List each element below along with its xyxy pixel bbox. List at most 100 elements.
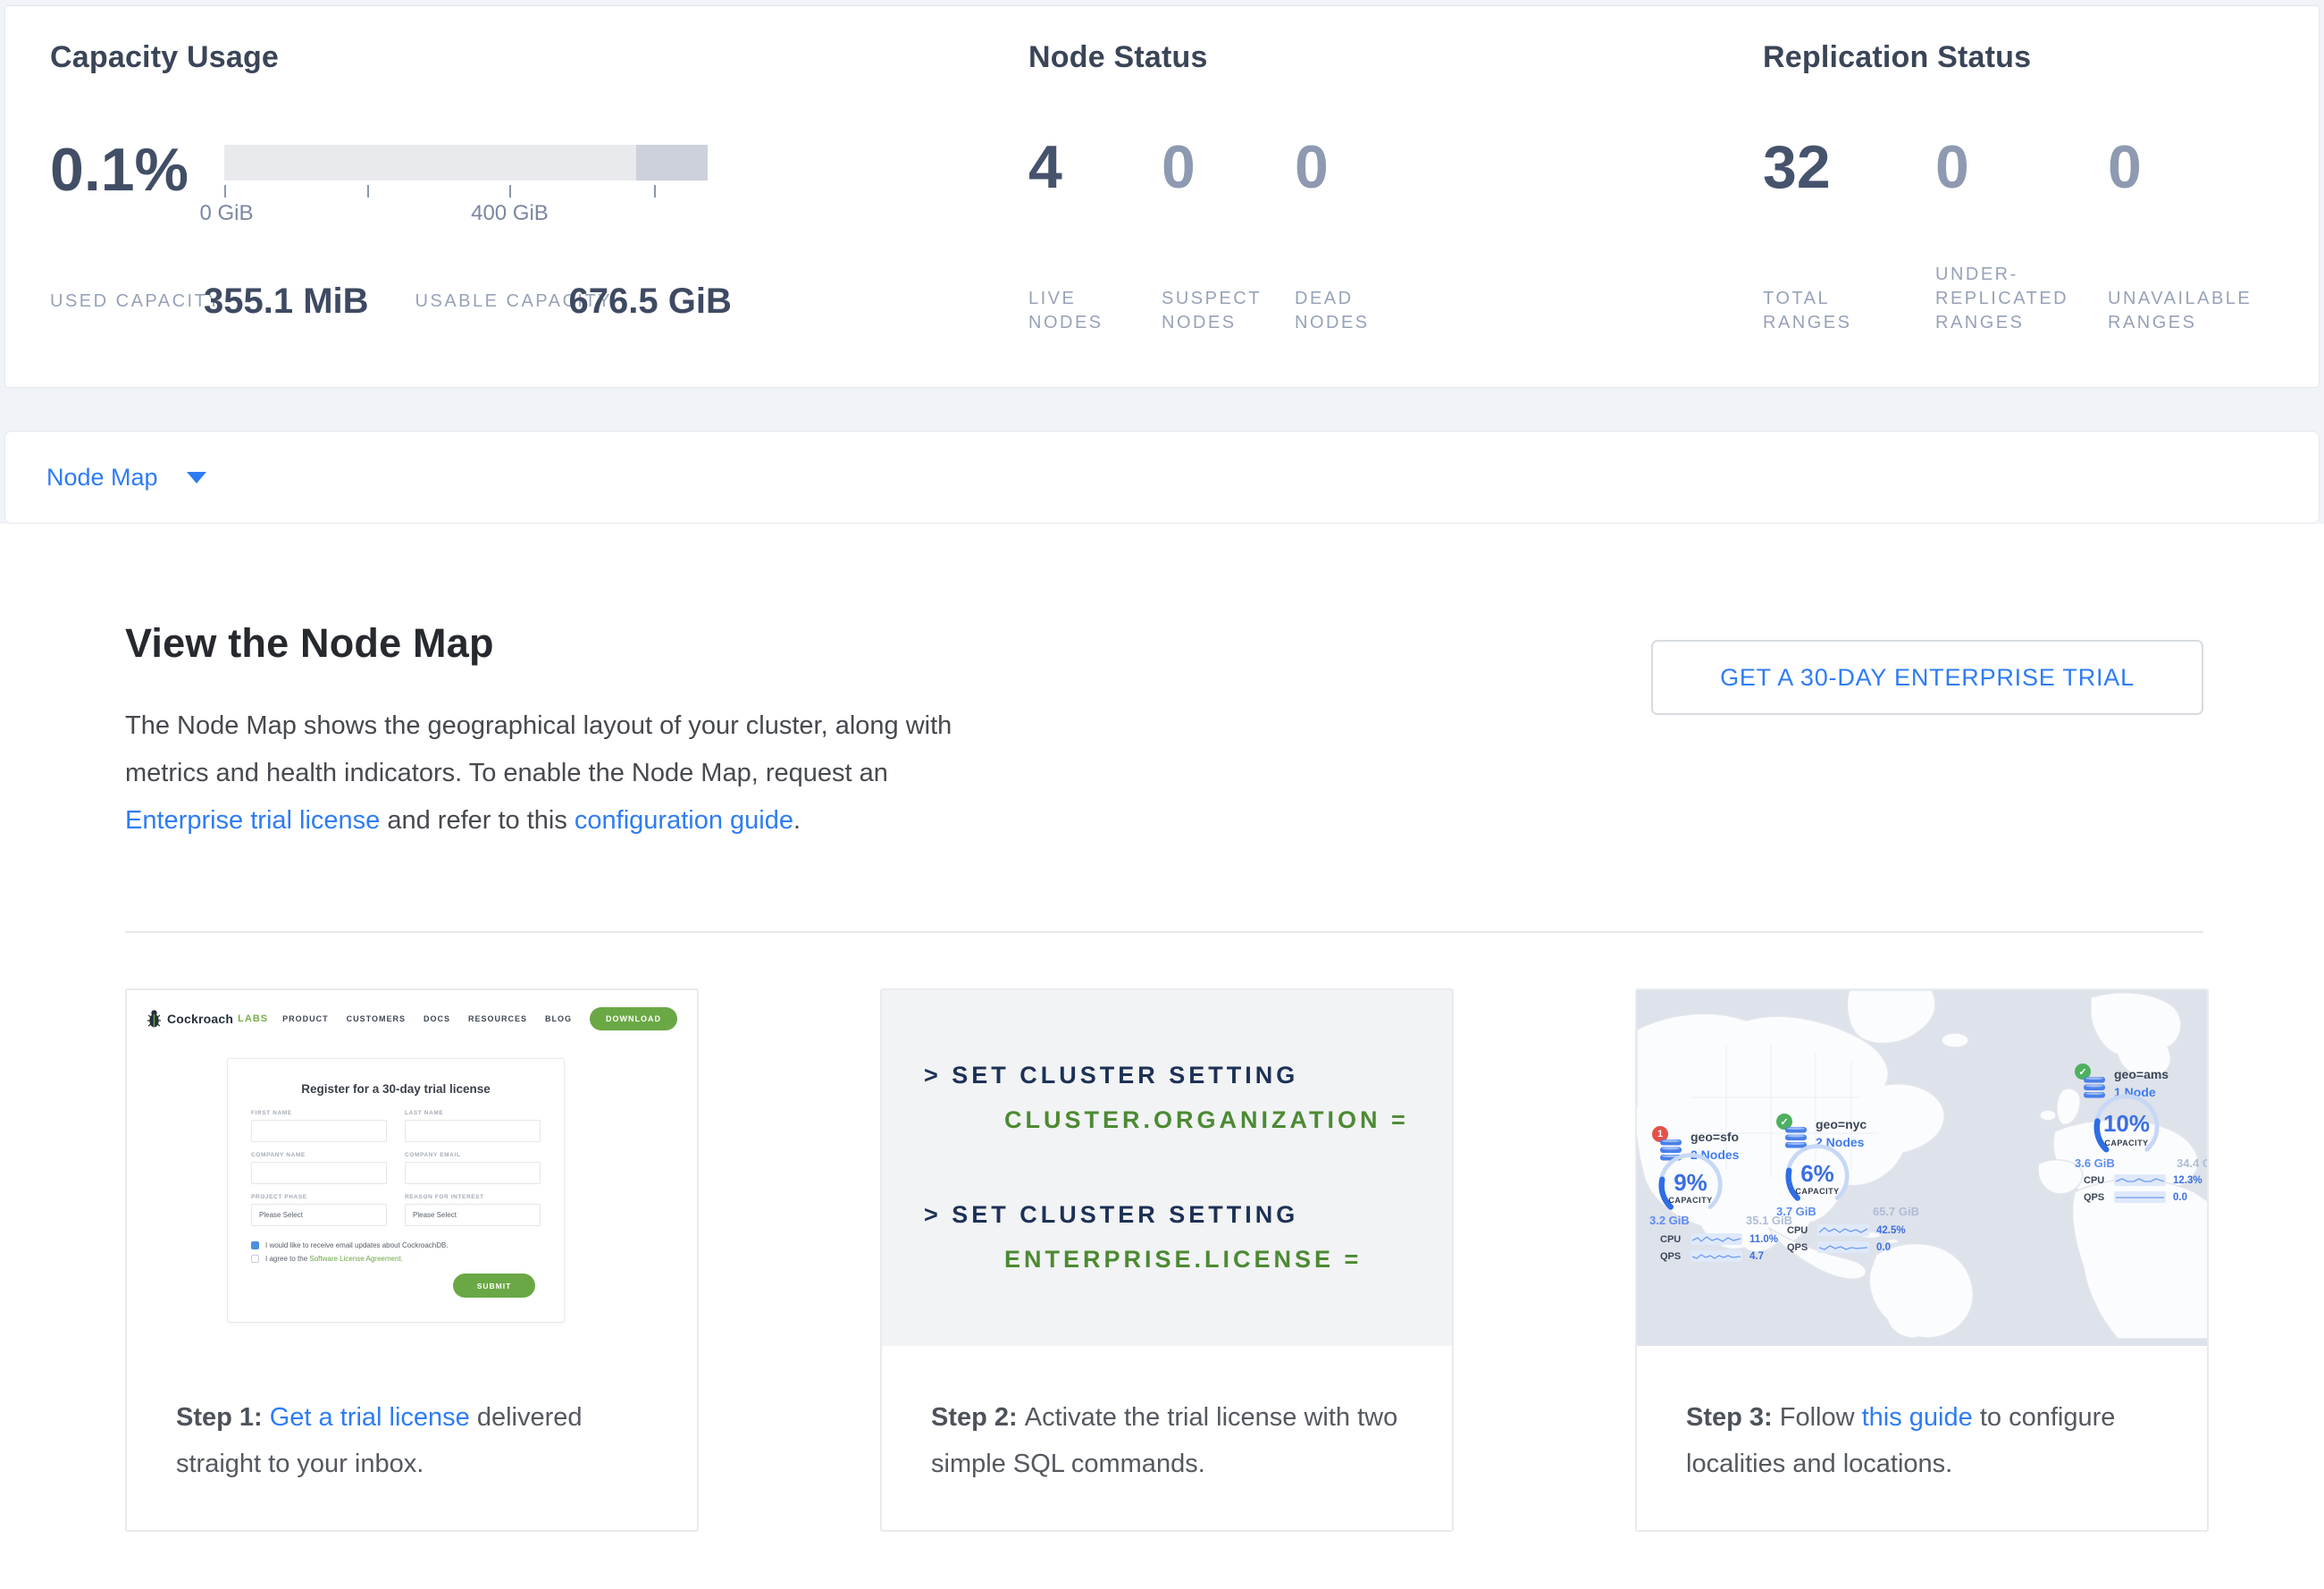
- configuration-guide-link[interactable]: configuration guide: [575, 806, 793, 835]
- capacity-caption: CAPACITY: [2085, 1139, 2168, 1148]
- node-map-description: The Node Map shows the geographical layo…: [125, 702, 978, 845]
- under-replicated-value: 0: [1935, 130, 2108, 205]
- capacity-percent: 9%: [1651, 1169, 1730, 1197]
- capacity-range: 3.2 GiB 35.1 GiB: [1649, 1214, 1792, 1227]
- mini-trial-form: Register for a 30-day trial license FIRS…: [227, 1058, 565, 1323]
- cluster-geo-nyc: ✓ geo=nyc 2 Nodes 6% CAPACITY 3.7 GiB: [1773, 1114, 1925, 1265]
- capacity-values-row: USED CAPACITY 355.1 MiB USABLE CAPACITY …: [50, 282, 732, 322]
- steps-row: Cockroach LABS PRODUCT CUSTOMERS DOCS RE…: [125, 988, 2209, 1532]
- suspect-nodes-label: SUSPECT NODES: [1162, 287, 1295, 335]
- cpu-sparkline: [1691, 1233, 1742, 1245]
- locality-name: geo=ams: [2114, 1067, 2169, 1081]
- unavailable-ranges-label: UNAVAILABLE RANGES: [2108, 287, 2280, 335]
- qps-metric: QPS 0.0: [2084, 1191, 2187, 1203]
- capacity-range: 3.7 GiB 65.7 GiB: [1776, 1205, 1919, 1218]
- sql-line-2: CLUSTER.ORGANIZATION =: [1004, 1097, 1452, 1142]
- chevron-down-icon: [187, 472, 206, 483]
- cpu-value: 12.3%: [2173, 1175, 2202, 1186]
- get-trial-license-link[interactable]: Get a trial license: [270, 1403, 470, 1432]
- capacity-bar-nonusable-segment: [636, 145, 708, 181]
- cpu-label: CPU: [1787, 1225, 1817, 1236]
- capacity-percent: 6%: [1778, 1160, 1857, 1188]
- first-name-input: [251, 1120, 387, 1142]
- axis-label-400gib: 400 GiB: [471, 201, 549, 226]
- mini-nav-product: PRODUCT: [282, 1014, 329, 1023]
- used-capacity-label: USED CAPACITY: [50, 290, 164, 314]
- step2-sql-panel: > SET CLUSTER SETTING CLUSTER.ORGANIZATI…: [882, 990, 1452, 1346]
- cpu-sparkline: [1817, 1224, 1869, 1236]
- node-map-intro-section: View the Node Map The Node Map shows the…: [0, 524, 2324, 1584]
- node-status-title: Node Status: [1028, 40, 1208, 75]
- cluster-geo-ams: ✓ geo=ams 1 Node 10% CAPACITY 3.6 GiB: [2073, 1062, 2209, 1196]
- email-updates-label: I would like to receive email updates ab…: [265, 1241, 449, 1249]
- qps-metric: QPS 0.0: [1787, 1241, 1891, 1253]
- usable-capacity-label: USABLE CAPACITY: [415, 290, 530, 314]
- dead-nodes-value: 0: [1295, 130, 1428, 205]
- live-nodes-value: 4: [1028, 130, 1162, 205]
- enterprise-trial-button[interactable]: GET A 30-DAY ENTERPRISE TRIAL: [1651, 640, 2203, 715]
- capacity-gauge-nyc: 6% CAPACITY: [1778, 1142, 1857, 1215]
- mini-nav-docs: DOCS: [424, 1014, 450, 1023]
- brand-name: Cockroach: [167, 1012, 233, 1026]
- reason-select: Please Select: [405, 1204, 541, 1226]
- node-status-panel: Node Status 4 LIVE NODES 0 SUSPECT NODES…: [1028, 40, 1208, 75]
- capacity-usage-panel: Capacity Usage 0.1% 0 GiB 400 Gi: [50, 40, 279, 75]
- mini-form-title: Register for a 30-day trial license: [251, 1082, 541, 1096]
- cpu-sparkline: [2114, 1174, 2166, 1186]
- tick-0: [224, 185, 226, 198]
- mini-submit-button: SUBMIT: [453, 1274, 535, 1298]
- field-label-project-phase: PROJECT PHASE: [251, 1194, 387, 1200]
- qps-value: 0.0: [1876, 1242, 1891, 1253]
- email-updates-checkbox: [251, 1241, 259, 1249]
- license-agreement-label: I agree to the Software License Agreemen…: [265, 1255, 403, 1263]
- step2-label: Step 2:: [931, 1403, 1025, 1432]
- axis-label-0gib: 0 GiB: [199, 201, 253, 226]
- tick-200: [367, 185, 369, 198]
- step2-caption: Step 2: Activate the trial license with …: [882, 1346, 1452, 1487]
- cockroach-bug-icon: [147, 1009, 162, 1029]
- enterprise-trial-license-link[interactable]: Enterprise trial license: [125, 806, 380, 835]
- page-title: View the Node Map: [125, 620, 494, 667]
- used-gib: 3.2 GiB: [1649, 1214, 1690, 1227]
- qps-value: 0.0: [2173, 1192, 2187, 1203]
- step1-label: Step 1:: [176, 1403, 270, 1432]
- step3-label: Step 3:: [1686, 1403, 1780, 1432]
- capacity-gauge: 0.1% 0 GiB 400 GiB: [50, 125, 708, 228]
- capacity-range: 3.6 GiB 34.4 GiB: [2075, 1156, 2209, 1170]
- step3-caption: Step 3: Follow this guide to configure l…: [1637, 1346, 2207, 1487]
- sql-line-3: > SET CLUSTER SETTING: [924, 1192, 1452, 1237]
- mini-nav-blog: BLOG: [545, 1014, 572, 1023]
- qps-value: 4.7: [1749, 1251, 1764, 1262]
- this-guide-link[interactable]: this guide: [1862, 1403, 1973, 1432]
- mini-nav-resources: RESOURCES: [468, 1014, 527, 1023]
- section-divider: [125, 931, 2203, 933]
- capacity-percent: 10%: [2085, 1110, 2168, 1138]
- usable-capacity-value: 676.5 GiB: [569, 282, 732, 322]
- capacity-axis-ticks: [224, 183, 708, 199]
- license-agreement-checkbox: [251, 1255, 259, 1263]
- company-name-input: [251, 1162, 387, 1184]
- node-map-dropdown[interactable]: Node Map: [4, 431, 2320, 524]
- cpu-label: CPU: [2084, 1175, 2114, 1186]
- cluster-summary-card: Capacity Usage 0.1% 0 GiB 400 Gi: [4, 5, 2320, 388]
- step3-card: 1 geo=sfo 2 Nodes 9% CAPACITY 3.2 GiB: [1635, 988, 2209, 1532]
- cpu-metric: CPU 42.5%: [1787, 1224, 1906, 1236]
- qps-label: QPS: [1787, 1242, 1817, 1253]
- capacity-axis-labels: 0 GiB 400 GiB: [224, 201, 708, 228]
- under-replicated-stat: 0 UNDER-REPLICATED RANGES: [1935, 130, 2108, 335]
- qps-label: QPS: [1660, 1251, 1691, 1262]
- step3-node-map-preview: 1 geo=sfo 2 Nodes 9% CAPACITY 3.2 GiB: [1637, 990, 2207, 1346]
- unavailable-ranges-value: 0: [2108, 130, 2280, 205]
- sql-line-4: ENTERPRISE.LICENSE =: [1004, 1237, 1452, 1282]
- brand-suffix: LABS: [238, 1013, 268, 1024]
- field-label-reason: REASON FOR INTEREST: [405, 1194, 541, 1200]
- replication-status-panel: Replication Status 32 TOTAL RANGES 0 UND…: [1763, 40, 2031, 75]
- used-gib: 3.7 GiB: [1776, 1205, 1816, 1218]
- capacity-percent: 0.1%: [50, 125, 189, 214]
- suspect-nodes-stat: 0 SUSPECT NODES: [1162, 130, 1295, 335]
- total-ranges-value: 32: [1763, 130, 1935, 205]
- under-replicated-label: UNDER-REPLICATED RANGES: [1935, 263, 2108, 335]
- used-capacity-value: 355.1 MiB: [204, 282, 369, 322]
- step2-card: > SET CLUSTER SETTING CLUSTER.ORGANIZATI…: [880, 988, 1454, 1532]
- replication-status-title: Replication Status: [1763, 40, 2031, 75]
